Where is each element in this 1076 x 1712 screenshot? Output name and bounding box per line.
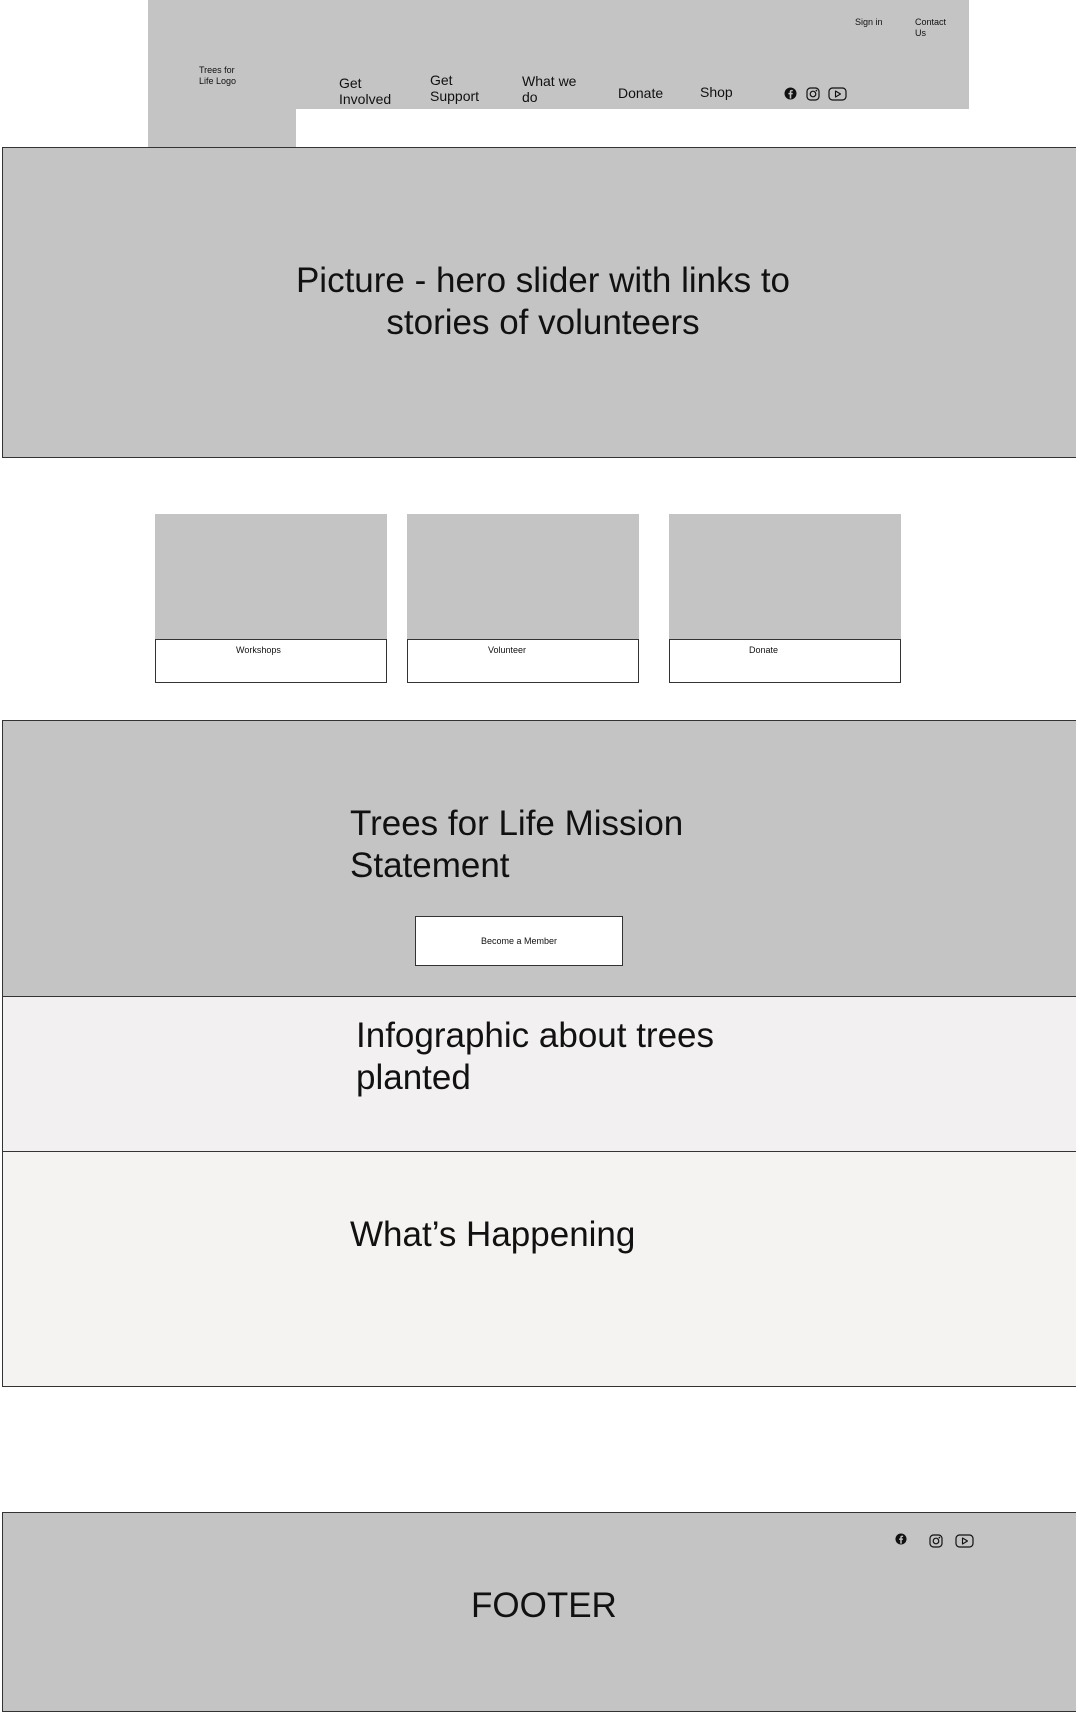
whats-happening-title: What’s Happening bbox=[350, 1215, 636, 1254]
hero-slider[interactable]: Picture - hero slider with links to stor… bbox=[2, 147, 1076, 458]
nav-shop[interactable]: Shop bbox=[700, 84, 733, 100]
card-label-box: Donate bbox=[669, 639, 901, 683]
sign-in-link[interactable]: Sign in bbox=[855, 17, 883, 28]
footer-instagram-icon[interactable] bbox=[929, 1534, 943, 1548]
footer: FOOTER bbox=[2, 1512, 1076, 1712]
nav-get-support[interactable]: Get Support bbox=[430, 72, 479, 104]
contact-us-link[interactable]: Contact Us bbox=[915, 17, 946, 39]
whats-happening-section: What’s Happening bbox=[2, 1151, 1076, 1387]
footer-facebook-icon[interactable] bbox=[895, 1533, 907, 1545]
instagram-icon[interactable] bbox=[806, 87, 820, 101]
infographic-section: Infographic about trees planted bbox=[2, 996, 1076, 1152]
footer-youtube-icon[interactable] bbox=[955, 1534, 974, 1548]
hero-text: Picture - hero slider with links to stor… bbox=[295, 261, 791, 342]
nav-donate[interactable]: Donate bbox=[618, 85, 663, 101]
card-label: Donate bbox=[749, 645, 779, 655]
card-image bbox=[407, 514, 639, 639]
card-label-box: Volunteer bbox=[407, 639, 639, 683]
card-image bbox=[669, 514, 901, 639]
card-label: Volunteer bbox=[488, 645, 527, 655]
footer-text: FOOTER bbox=[471, 1586, 617, 1625]
card-image bbox=[155, 514, 387, 639]
facebook-icon[interactable] bbox=[784, 87, 797, 100]
logo-box-extension bbox=[148, 109, 296, 147]
card-label: Workshops bbox=[236, 645, 281, 655]
youtube-icon[interactable] bbox=[828, 87, 847, 101]
card-label-box: Workshops bbox=[155, 639, 387, 683]
infographic-title: Infographic about trees planted bbox=[356, 1016, 715, 1097]
nav-get-involved[interactable]: Get Involved bbox=[339, 75, 391, 107]
nav-what-we-do[interactable]: What we do bbox=[522, 73, 576, 105]
become-member-button[interactable]: Become a Member bbox=[415, 916, 623, 966]
site-logo[interactable]: Trees for Life Logo bbox=[199, 65, 269, 87]
mission-title: Trees for Life Mission Statement bbox=[350, 804, 684, 885]
